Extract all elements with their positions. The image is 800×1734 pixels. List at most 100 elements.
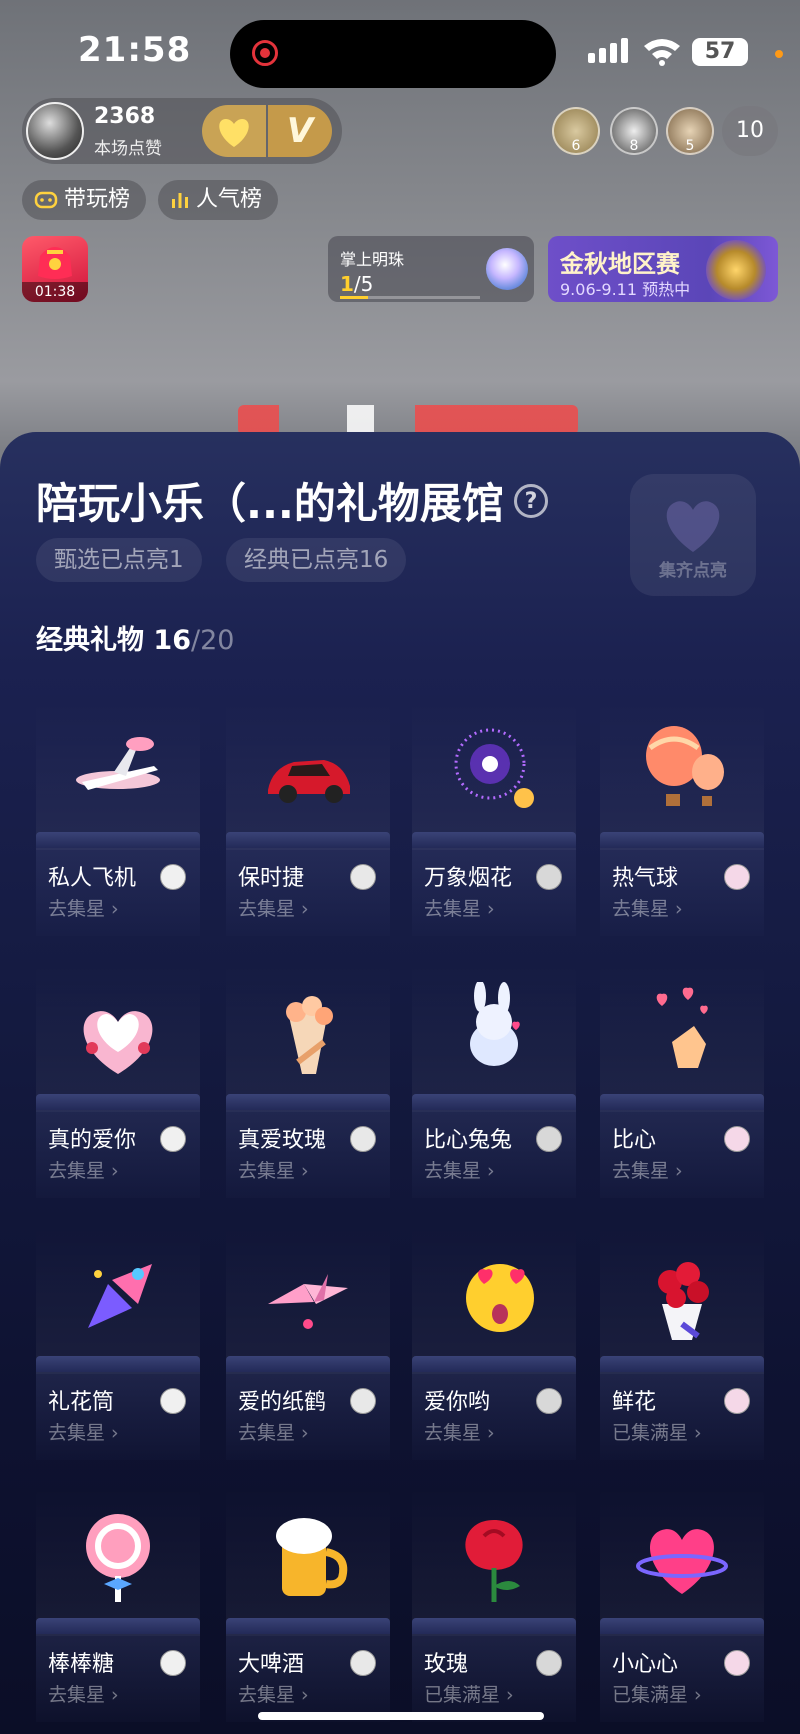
gift-shelf	[226, 1618, 390, 1634]
gift-collect-link[interactable]: 已集满星 ›	[612, 1418, 702, 1445]
viewer-rank: 6	[571, 138, 581, 154]
gift-sender-avatar[interactable]	[160, 864, 186, 890]
help-icon[interactable]: ?	[514, 484, 548, 518]
gift-collect-link[interactable]: 去集星 ›	[48, 1156, 119, 1183]
gift-shelf	[600, 1356, 764, 1372]
gift-sender-avatar[interactable]	[724, 1126, 750, 1152]
gift-collect-link[interactable]: 去集星 ›	[424, 1418, 495, 1445]
gift-collect-link[interactable]: 去集星 ›	[612, 894, 683, 921]
gift-sender-avatar[interactable]	[350, 1650, 376, 1676]
autumn-contest-banner[interactable]: 金秋地区赛 9.06-9.11 预热中	[548, 236, 778, 302]
lucky-bag-button[interactable]: 01:38	[22, 236, 88, 302]
gift-card[interactable]: 私人飞机 去集星 ›	[36, 700, 200, 936]
gift-sender-avatar[interactable]	[536, 1388, 562, 1414]
heart-eyes-icon	[466, 1264, 534, 1332]
gift-card[interactable]: 礼花筒 去集星 ›	[36, 1224, 200, 1460]
collect-all-badge[interactable]: 集齐点亮	[630, 474, 756, 596]
gift-sender-avatar[interactable]	[160, 1126, 186, 1152]
gift-sender-avatar[interactable]	[536, 864, 562, 890]
finger-heart-icon	[656, 987, 708, 1068]
gift-card[interactable]: 爱你哟去集星 ›	[412, 1224, 576, 1460]
gift-collect-link[interactable]: 去集星 ›	[238, 1418, 309, 1445]
gamepad-icon	[34, 191, 58, 209]
gift-sender-avatar[interactable]	[350, 1126, 376, 1152]
gift-card[interactable]: 鲜花已集满星 ›	[600, 1224, 764, 1460]
gift-collect-link[interactable]: 去集星 ›	[48, 894, 119, 921]
paper-crane-icon	[268, 1274, 348, 1329]
popularity-rank-button[interactable]: 人气榜	[158, 180, 279, 220]
gift-card[interactable]: 真的爱你 去集星 ›	[36, 962, 200, 1198]
select-lit-chip[interactable]: 甄选已点亮1	[36, 538, 202, 582]
gift-sender-avatar[interactable]	[724, 1650, 750, 1676]
gift-shelf	[226, 1094, 390, 1110]
host-avatar[interactable]	[26, 102, 84, 160]
gift-card[interactable]: 热气球 去集星 ›	[600, 700, 764, 936]
gift-shelf	[36, 1094, 200, 1110]
gift-collect-link[interactable]: 去集星 ›	[238, 894, 309, 921]
classic-lit-chip[interactable]: 经典已点亮16	[226, 538, 407, 582]
gift-collect-link[interactable]: 去集星 ›	[612, 1156, 683, 1183]
play-rank-button[interactable]: 带玩榜	[22, 180, 147, 220]
gift-collect-link[interactable]: 已集满星 ›	[424, 1680, 514, 1707]
gift-sender-avatar[interactable]	[350, 1388, 376, 1414]
gift-name: 鲜花	[612, 1390, 657, 1415]
like-heart-button[interactable]	[202, 105, 266, 157]
gift-collect-link[interactable]: 已集满星 ›	[612, 1680, 702, 1707]
gallery-title: 陪玩小乐（...的礼物展馆	[36, 479, 504, 528]
gift-collect-link[interactable]: 去集星 ›	[48, 1418, 119, 1445]
beer-icon	[276, 1518, 348, 1596]
vip-v-button[interactable]: V	[268, 105, 332, 157]
gift-card[interactable]: 玫瑰 已集满星 ›	[412, 1486, 576, 1722]
viewer-avatar[interactable]: 8	[610, 107, 658, 155]
gift-card[interactable]: 棒棒糖 去集星 ›	[36, 1486, 200, 1722]
gift-card[interactable]: 比心 去集星 ›	[600, 962, 764, 1198]
gift-name: 保时捷	[238, 866, 305, 891]
gift-shelf	[412, 1618, 576, 1634]
collect-all-label: 集齐点亮	[659, 561, 727, 581]
pearl-event-progress: 1/5	[340, 272, 374, 296]
gift-shelf	[36, 832, 200, 848]
gift-name: 爱你哟	[424, 1390, 491, 1415]
gift-collect-link[interactable]: 去集星 ›	[424, 894, 495, 921]
bouquet-icon	[286, 996, 333, 1074]
gift-card[interactable]: 小心心 已集满星 ›	[600, 1486, 764, 1722]
privacy-indicator	[775, 50, 783, 58]
lucky-bag-icon	[38, 247, 72, 279]
gift-gallery-panel: 陪玩小乐（...的礼物展馆 ? 甄选已点亮1 经典已点亮16 集齐点亮 经典礼物…	[0, 432, 800, 1734]
home-indicator[interactable]	[258, 1712, 544, 1720]
viewer-avatar[interactable]: 5	[666, 107, 714, 155]
gift-sender-avatar[interactable]	[160, 1388, 186, 1414]
host-info[interactable]: 2368 本场点赞 V	[22, 98, 342, 164]
lollipop-icon	[86, 1514, 150, 1602]
heart-icon	[219, 119, 249, 147]
gift-sender-avatar[interactable]	[160, 1650, 186, 1676]
gift-shelf	[36, 1618, 200, 1634]
gift-card[interactable]: 比心兔兔 去集星 ›	[412, 962, 576, 1198]
gift-card[interactable]: 万象烟花 去集星 ›	[412, 700, 576, 936]
pearl-event-banner[interactable]: 掌上明珠 1/5	[328, 236, 534, 302]
gift-card[interactable]: 真爱玫瑰去集星 ›	[226, 962, 390, 1198]
classic-gifts-heading: 经典礼物 16/20	[36, 625, 235, 656]
gift-sender-avatar[interactable]	[350, 864, 376, 890]
gift-name: 真爱玫瑰	[238, 1128, 327, 1153]
gift-collect-link[interactable]: 去集星 ›	[238, 1156, 309, 1183]
autumn-contest-dates: 9.06-9.11 预热中	[560, 280, 691, 299]
fireworks-icon	[454, 728, 534, 808]
bar-chart-icon	[172, 193, 188, 208]
lucky-bag-timer: 01:38	[22, 282, 88, 302]
gift-collect-link[interactable]: 去集星 ›	[48, 1680, 119, 1707]
gift-collect-link[interactable]: 去集星 ›	[238, 1680, 309, 1707]
gift-collect-link[interactable]: 去集星 ›	[424, 1156, 495, 1183]
gift-sender-avatar[interactable]	[724, 1388, 750, 1414]
gift-card[interactable]: 保时捷去集星 ›	[226, 700, 390, 936]
gift-sender-avatar[interactable]	[536, 1650, 562, 1676]
gift-sender-avatar[interactable]	[724, 864, 750, 890]
gift-card[interactable]: 大啤酒 去集星 ›	[226, 1486, 390, 1722]
cellular-signal-icon	[588, 38, 628, 63]
viewer-avatar[interactable]: 6	[552, 107, 600, 155]
gift-sender-avatar[interactable]	[536, 1126, 562, 1152]
viewer-count-button[interactable]: 10	[722, 106, 778, 156]
gift-shelf	[600, 1094, 764, 1110]
gift-shelf	[226, 832, 390, 848]
gift-card[interactable]: 爱的纸鹤 去集星 ›	[226, 1224, 390, 1460]
